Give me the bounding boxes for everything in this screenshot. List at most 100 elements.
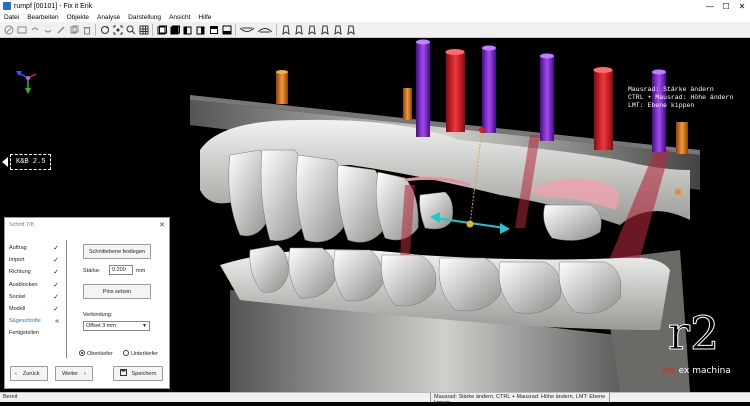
tooth-6-icon[interactable] (345, 24, 356, 35)
step-label: Sockel (9, 293, 26, 300)
pencil-icon[interactable] (55, 24, 66, 35)
pin-orange-1-cap (276, 70, 288, 74)
new-icon[interactable] (3, 24, 14, 35)
save-icon (119, 369, 127, 378)
pin-red-1-cap (445, 49, 465, 55)
tooth-4-icon[interactable] (319, 24, 330, 35)
pin-orange-1 (276, 72, 288, 104)
view-left-icon[interactable] (182, 24, 193, 35)
gauge-arrow-right-head (500, 223, 510, 234)
check-icon: ✓ (53, 281, 59, 289)
step-label: Fertigstellen (9, 330, 39, 337)
radio-upper[interactable] (79, 350, 85, 356)
menu-analyse[interactable]: Analyse (93, 14, 124, 21)
step-item[interactable]: Ausblocken ✓ (9, 279, 59, 291)
save-button[interactable]: Speichern (113, 366, 163, 381)
view-front-icon[interactable] (156, 24, 167, 35)
wizard-close-icon[interactable]: ✕ (159, 221, 165, 229)
strength-input[interactable]: 0.200 (109, 265, 133, 275)
step-item[interactable]: Import ✓ (9, 254, 59, 266)
next-button[interactable]: Weiter › (55, 366, 93, 381)
wizard-steps: Auftrag ✓ Import ✓ Richtung ✓ Ausblocken ✓ S… (9, 242, 59, 340)
step-item[interactable]: Auftrag ✓ (9, 242, 59, 254)
step-label: Import (9, 257, 25, 264)
pin-orange-2 (403, 88, 412, 120)
gauge-top-point (479, 127, 485, 133)
check-icon: ✓ (53, 257, 59, 265)
menu-bearbeiten[interactable]: Bearbeiten (23, 14, 62, 21)
view-back-icon[interactable] (169, 24, 180, 35)
pin-purple-4 (652, 72, 666, 152)
strength-label: Stärke: (83, 268, 101, 274)
check-icon: ✓ (53, 293, 59, 301)
pin-purple-2-cap (482, 45, 496, 51)
pin-red-2 (594, 70, 613, 150)
gauge-center-point[interactable] (466, 220, 474, 228)
pin-purple-1-cap (416, 39, 430, 45)
toolbar-separator (95, 23, 96, 36)
chevron-right-icon: › (83, 370, 86, 377)
status-bar: Bereit Mausrad: Stärke ändern, CTRL + Ma… (0, 392, 750, 406)
pin-orange-3 (676, 122, 688, 154)
tooth-5-icon[interactable] (332, 24, 343, 35)
zoom-icon[interactable] (125, 24, 136, 35)
menu-ansicht[interactable]: Ansicht (165, 14, 194, 21)
connection-value: Offset 3 mm (86, 323, 116, 329)
close-button[interactable]: ✕ (734, 0, 750, 12)
menu-datei[interactable]: Datei (0, 14, 23, 21)
toolbar-separator (276, 23, 277, 36)
jaw-upper-icon[interactable] (239, 24, 255, 35)
step-item[interactable]: Richtung ✓ (9, 266, 59, 278)
step-label: Ausblocken (9, 281, 38, 288)
pin-purple-1 (416, 42, 430, 137)
minimize-button[interactable]: — (702, 0, 718, 12)
trash-icon[interactable] (81, 24, 92, 35)
arrow-left-icon (2, 157, 8, 167)
tooth-2-icon[interactable] (293, 24, 304, 35)
check-icon: ✓ (53, 245, 59, 253)
ksb-label[interactable]: K&B 2.5 (2, 154, 52, 170)
tooth-3-icon[interactable] (306, 24, 317, 35)
step-item-active[interactable]: Sägeschnitte « (9, 315, 59, 327)
toolbar-separator (235, 23, 236, 36)
connection-select[interactable]: Offset 3 mm ▼ (83, 321, 150, 331)
copy-icon[interactable] (68, 24, 79, 35)
cut-plane-button[interactable]: Schnittebene festlegen (83, 244, 151, 259)
menu-hilfe[interactable]: Hilfe (194, 14, 215, 21)
wizard-title: Schritt 7/8 (9, 222, 34, 228)
logo-subtitle-rest: ex machina (675, 366, 731, 376)
status-ready: Bereit (3, 394, 18, 400)
back-button[interactable]: ‹ Zurück (10, 366, 48, 381)
step-item[interactable]: Fertigstellen (9, 327, 59, 339)
redo-icon[interactable] (42, 24, 53, 35)
menu-objekte[interactable]: Objekte (63, 14, 93, 21)
view-right-icon[interactable] (195, 24, 206, 35)
status-hint: Mausrad: Stärke ändern, CTRL + Mausrad: … (430, 393, 610, 406)
toolbar (0, 22, 750, 38)
check-icon: ✓ (53, 306, 59, 314)
radio-lower[interactable] (123, 350, 129, 356)
grid-icon[interactable] (138, 24, 149, 35)
radio-upper-label: Oberkiefer (87, 351, 113, 357)
rotate-icon[interactable] (99, 24, 110, 35)
radio-lower-label: Unterkiefer (131, 351, 158, 357)
zoom-fit-icon[interactable] (112, 24, 123, 35)
step-item[interactable]: Modell ✓ (9, 303, 59, 315)
title-bar: rumpf [00101] - Fix it Erik — ☐ ✕ (0, 0, 750, 12)
toolbar-separator (152, 23, 153, 36)
tooth-1-icon[interactable] (280, 24, 291, 35)
step-item[interactable]: Sockel ✓ (9, 291, 59, 303)
set-pins-button[interactable]: Pins setzen (83, 284, 151, 299)
undo-icon[interactable] (29, 24, 40, 35)
menu-darstellung[interactable]: Darstellung (124, 14, 165, 21)
pin-red-2-cap (593, 67, 613, 73)
view-top-icon[interactable] (208, 24, 219, 35)
axis-gizmo (16, 71, 37, 94)
jaw-lower-icon[interactable] (257, 24, 273, 35)
pin-red-1 (446, 52, 465, 132)
maximize-button[interactable]: ☐ (718, 0, 734, 12)
logo-subtitle-prefix: dei (662, 366, 676, 376)
pin-purple-3-cap (540, 53, 554, 59)
view-bottom-icon[interactable] (221, 24, 232, 35)
open-icon[interactable] (16, 24, 27, 35)
